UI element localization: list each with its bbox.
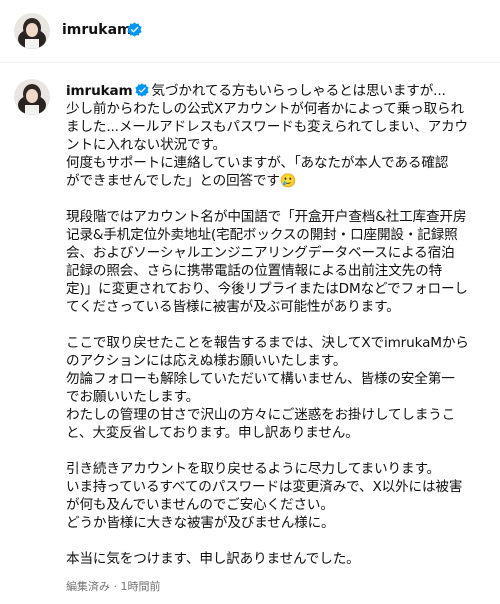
caption-line: どうか皆様に大きな被害が及びません様に。 [66, 515, 335, 531]
caption-line: ントに入れない状況です。 [66, 137, 226, 153]
caption-paragraph: 引き続きアカウントを取り戻せるように尽力してまいります。 いま持っているすべての… [66, 460, 486, 532]
caption-line: ここで取り戻せたことを報告するまでは、決してXでimrukaMから [66, 335, 469, 351]
caption-paragraph: 現段階ではアカウント名が中国語で「开盒开户查档&社工库查开房 记录&手机定位外卖… [66, 208, 486, 316]
caption-paragraph: ここで取り戻せたことを報告するまでは、決してXでimrukaMから のアクション… [66, 334, 486, 442]
verified-badge-icon [127, 22, 142, 37]
profile-photo [14, 13, 50, 49]
post-caption: imrukam 気づかれてる方もいらっしゃるとは思いますが... 少し前からわたし… [66, 82, 486, 568]
caption-paragraph: 本当に気をつけます、申し訳ありませんでした。 [66, 550, 486, 568]
header-username[interactable]: imrukam [62, 21, 132, 39]
post-meta: 編集済み · 1時間前 [66, 580, 161, 593]
header-divider [0, 62, 500, 63]
caption-line: わたしの管理の甘さで沢山の方々にご迷惑をお掛けしてしまうこ [66, 407, 456, 423]
caption-line: 引き続きアカウントを取り戻せるように尽力してまいります。 [66, 461, 440, 477]
caption-line: 记录&手机定位外卖地址(宅配ボックスの開封・口座開設・記録照 [66, 227, 458, 243]
caption-line: のアクションには応えぬ様お願いいたします。 [66, 353, 347, 369]
caption-line: ました...メールアドレスもパスワードも変えられてしまい、アカウ [66, 119, 468, 135]
caption-first-line: imrukam 気づかれてる方もいらっしゃるとは思いますが... [66, 82, 486, 100]
caption-line: 勿論フォローも解除していただいて構いません、皆様の安全第一 [66, 371, 455, 387]
caption-line: 気づかれてる方もいらっしゃるとは思いますが... [151, 83, 446, 99]
caption-line: と、大変反省しております。申し訳ありません。 [66, 425, 359, 441]
caption-line: いま持っているすべてのパスワードは変更済みで、X以外には被害 [66, 479, 463, 495]
caption-line: が何も及んでいませんのでご安心ください。 [66, 497, 334, 513]
verified-badge-icon [134, 83, 149, 97]
caption-line: でお願いいたします。 [66, 389, 200, 405]
caption-line: ができませんでした」との回答です🥲 [66, 173, 297, 189]
caption-line: 少し前からわたしの公式Xアカウントが何者かによって乗っ取られ [66, 101, 464, 117]
caption-line: 記録の照会、さらに携帯電話の位置情報による出前注文先の特 [66, 263, 443, 279]
caption-line: 本当に気をつけます、申し訳ありませんでした。 [66, 551, 360, 567]
caption-line: 会、およびソーシャルエンジニアリングデータベースによる宿泊 [66, 245, 455, 261]
profile-photo [14, 79, 50, 115]
caption-username[interactable]: imrukam [66, 83, 133, 99]
caption-line: 何度もサポートに連絡していますが、「あなたが本人である確認 [66, 155, 449, 171]
caption-line: てくださっている皆様に被害が及ぶ可能性があります。 [66, 299, 400, 315]
caption-line: 定)」に変更されており、今後リプライまたはDMなどでフォローし [66, 281, 468, 297]
caption-paragraph: imrukam 気づかれてる方もいらっしゃるとは思いますが... 少し前からわたし… [66, 82, 486, 190]
avatar[interactable] [14, 13, 50, 49]
avatar[interactable] [14, 79, 50, 115]
caption-line: 現段階ではアカウント名が中国語で「开盒开户查档&社工库查开房 [66, 209, 467, 225]
post-header: imrukam [0, 0, 500, 62]
